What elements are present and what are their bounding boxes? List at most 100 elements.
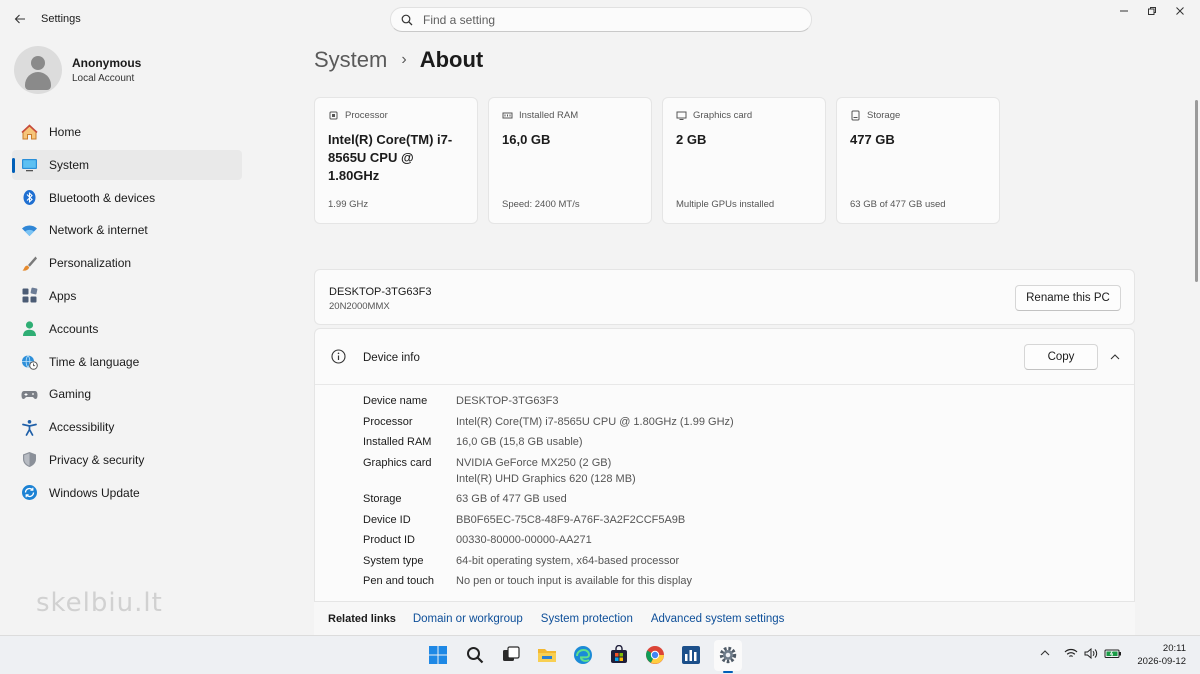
task-manager-icon[interactable]	[680, 644, 702, 666]
sidebar-item-label: Accounts	[49, 321, 99, 336]
device-info-panel: Device info Copy Device name DESKTOP-3TG…	[314, 328, 1135, 635]
device-info-title: Device info	[363, 352, 420, 364]
sidebar-item-label: Home	[49, 125, 82, 139]
start-icon[interactable]	[427, 644, 449, 666]
sidebar-item-accounts[interactable]: Accounts	[12, 314, 242, 344]
chevron-up-icon[interactable]	[1110, 353, 1120, 361]
spec-card-storage: Storage 477 GB 63 GB of 477 GB used	[836, 97, 1000, 224]
device-info-header[interactable]: Device info Copy	[315, 329, 1134, 385]
taskbar-search-icon[interactable]	[464, 644, 486, 666]
sidebar-item-time-language[interactable]: Time & language	[12, 347, 242, 377]
spec-label: Installed RAM	[519, 110, 579, 121]
tray-chevron-up-icon[interactable]	[1040, 648, 1050, 660]
sidebar-item-windows-update[interactable]: Windows Update	[12, 478, 242, 508]
sidebar-item-gaming[interactable]: Gaming	[12, 379, 242, 409]
sidebar-item-label: Network & internet	[49, 223, 148, 238]
spec-label: Storage	[867, 110, 901, 121]
processor-icon	[329, 111, 338, 120]
tray-volume-icon[interactable]	[1084, 647, 1098, 662]
spec-label: Graphics card	[693, 110, 753, 121]
profile-name: Anonymous	[72, 56, 142, 70]
spec-value: 16,0 GB	[502, 132, 551, 147]
page-title: About	[419, 47, 484, 72]
storage-icon	[851, 110, 860, 121]
minimize-icon	[1120, 10, 1128, 12]
breadcrumb-separator: ›	[401, 51, 407, 68]
scrollbar[interactable]	[1195, 100, 1198, 282]
store-icon[interactable]	[608, 644, 630, 666]
info-label: System type	[363, 555, 424, 567]
bluetooth-icon	[20, 189, 38, 207]
spec-footer: 1.99 GHz	[328, 199, 369, 210]
breadcrumb-parent[interactable]: System	[314, 47, 387, 73]
spec-footer: 63 GB of 477 GB used	[850, 199, 946, 210]
gpu-icon	[676, 111, 687, 120]
window-title: Settings	[41, 13, 81, 25]
close-icon	[1176, 7, 1184, 15]
sidebar-item-privacy[interactable]: Privacy & security	[12, 445, 242, 475]
search-icon	[401, 14, 413, 25]
sidebar-item-bluetooth[interactable]: Bluetooth & devices	[12, 183, 242, 213]
link-system-protection[interactable]: System protection	[541, 613, 633, 625]
close-button[interactable]	[1160, 2, 1200, 20]
tray-battery-icon[interactable]	[1104, 648, 1122, 662]
info-value: No pen or touch input is available for t…	[456, 575, 693, 587]
link-advanced-system-settings[interactable]: Advanced system settings	[651, 613, 785, 625]
sidebar-item-label: Privacy & security	[49, 452, 145, 467]
rename-pc-button[interactable]: Rename this PC	[1015, 285, 1121, 311]
link-domain-workgroup[interactable]: Domain or workgroup	[413, 613, 523, 625]
info-label: Pen and touch	[363, 575, 434, 587]
edge-icon[interactable]	[572, 644, 594, 666]
sidebar-item-network[interactable]: Network & internet	[12, 215, 242, 245]
spec-value: 477 GB	[850, 132, 895, 147]
person-icon	[20, 320, 38, 338]
restore-icon	[1148, 7, 1156, 15]
pc-model: 20N2000MMX	[329, 301, 390, 312]
info-label: Graphics card	[363, 457, 432, 469]
taskbar: 20:11 2026-09-12	[0, 635, 1200, 674]
clock-time: 20:11	[1162, 643, 1186, 654]
sidebar-item-personalization[interactable]: Personalization	[12, 248, 242, 278]
brush-icon	[20, 254, 38, 272]
info-label: Processor	[363, 416, 413, 428]
sidebar-item-apps[interactable]: Apps	[12, 281, 242, 311]
copy-button[interactable]: Copy	[1024, 344, 1098, 370]
info-label: Installed RAM	[363, 436, 432, 448]
sidebar-nav: Home System Bluetooth & devices Network …	[12, 117, 242, 511]
file-explorer-icon[interactable]	[536, 644, 558, 666]
search-input[interactable]	[423, 12, 783, 27]
spec-card-ram: Installed RAM 16,0 GB Speed: 2400 MT/s	[488, 97, 652, 224]
title-bar: Settings	[0, 0, 1200, 38]
update-icon	[20, 484, 38, 502]
sidebar-item-accessibility[interactable]: Accessibility	[12, 412, 242, 442]
wifi-icon	[20, 221, 38, 239]
user-profile[interactable]: Anonymous Local Account	[14, 46, 141, 94]
pc-name-panel: DESKTOP-3TG63F3 20N2000MMX Rename this P…	[314, 269, 1135, 325]
task-view-icon[interactable]	[500, 644, 522, 666]
sidebar-item-label: Accessibility	[49, 420, 115, 435]
sidebar-item-home[interactable]: Home	[12, 117, 242, 147]
related-links: Related links Domain or workgroup System…	[314, 601, 1135, 635]
tray-wifi-icon[interactable]	[1064, 648, 1078, 662]
back-button[interactable]	[8, 8, 32, 30]
clock-date: 2026-09-12	[1137, 656, 1186, 667]
spec-footer: Speed: 2400 MT/s	[502, 199, 580, 210]
back-arrow-icon	[14, 14, 25, 24]
info-value: BB0F65EC-75C8-48F9-A76F-3A2F2CCF5A9B	[456, 514, 686, 526]
pc-name: DESKTOP-3TG63F3	[329, 286, 432, 298]
chrome-icon[interactable]	[644, 644, 666, 666]
spec-label: Processor	[345, 110, 388, 121]
apps-icon	[20, 287, 38, 305]
sidebar-item-label: Gaming	[49, 387, 92, 402]
settings-gear-icon[interactable]	[717, 644, 739, 666]
info-value: Intel(R) Core(TM) i7-8565U CPU @ 1.80GHz…	[456, 416, 734, 428]
avatar	[14, 46, 62, 94]
info-label: Storage	[363, 493, 402, 505]
taskbar-clock[interactable]: 20:11 2026-09-12	[1137, 642, 1186, 668]
search-box[interactable]	[390, 7, 812, 32]
shield-icon	[20, 451, 38, 469]
sidebar-item-system[interactable]: System	[12, 149, 242, 180]
ram-icon	[502, 112, 513, 119]
sidebar-item-label: System	[49, 157, 90, 172]
globe-clock-icon	[20, 353, 38, 371]
